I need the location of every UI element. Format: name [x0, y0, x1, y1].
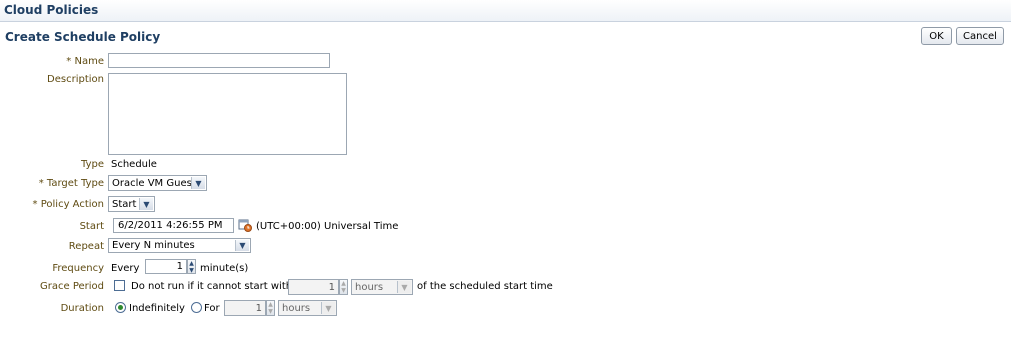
grace-period-input[interactable]: 1 — [288, 279, 339, 295]
arrow-down-icon: ▼ — [189, 266, 194, 274]
duration-unit-select[interactable]: hours ▼ — [278, 300, 337, 316]
frequency-prefix: Every — [111, 263, 140, 274]
app-title: Cloud Policies — [4, 3, 99, 17]
duration-indefinitely-label: Indefinitely — [129, 303, 185, 314]
repeat-label: Repeat — [68, 241, 104, 252]
grace-period-suffix: of the scheduled start time — [417, 281, 553, 292]
grace-period-checkbox-label: Do not run if it cannot start within — [131, 281, 302, 292]
start-timezone: (UTC+00:00) Universal Time — [256, 221, 399, 232]
header-bar: Cloud Policies — [0, 0, 1011, 22]
start-datetime-input[interactable]: 6/2/2011 4:26:55 PM — [113, 218, 234, 233]
cancel-button[interactable]: Cancel — [956, 27, 1004, 45]
target-type-select[interactable]: Oracle VM Guest ▼ — [108, 175, 207, 191]
policy-action-select[interactable]: Start ▼ — [108, 196, 155, 212]
type-label: Type — [81, 159, 104, 170]
name-label: * Name — [66, 56, 104, 67]
grace-period-unit-value: hours — [355, 281, 384, 293]
start-label: Start — [79, 221, 104, 232]
chevron-down-icon[interactable]: ▼ — [235, 240, 249, 251]
arrow-up-icon: ▲ — [189, 260, 194, 267]
calendar-clock-icon[interactable] — [238, 218, 252, 232]
grace-period-label: Grace Period — [40, 281, 104, 292]
duration-for-label: For — [204, 303, 220, 314]
frequency-input[interactable]: 1 — [145, 259, 187, 274]
name-input[interactable] — [108, 53, 330, 68]
duration-stepper[interactable]: ▲ ▼ — [266, 300, 275, 316]
chevron-down-icon[interactable]: ▼ — [397, 281, 411, 293]
duration-label: Duration — [60, 303, 104, 314]
type-value: Schedule — [111, 159, 157, 170]
arrow-down-icon: ▼ — [341, 287, 346, 294]
target-type-label: * Target Type — [38, 178, 104, 189]
description-label: Description — [47, 74, 104, 85]
arrow-up-icon: ▲ — [341, 280, 346, 287]
policy-action-label: * Policy Action — [32, 199, 104, 210]
duration-for-radio[interactable] — [191, 302, 202, 313]
duration-input[interactable]: 1 — [224, 300, 266, 316]
arrow-down-icon: ▼ — [268, 308, 273, 315]
arrow-up-icon: ▲ — [268, 301, 273, 308]
frequency-label: Frequency — [52, 263, 104, 274]
description-textarea[interactable] — [108, 73, 347, 155]
chevron-down-icon[interactable]: ▼ — [139, 198, 153, 210]
duration-unit-value: hours — [282, 302, 311, 314]
page-title: Create Schedule Policy — [5, 30, 161, 44]
repeat-value: Every N minutes — [112, 240, 195, 251]
duration-indefinitely-radio[interactable] — [115, 302, 126, 313]
chevron-down-icon[interactable]: ▼ — [321, 302, 335, 314]
repeat-select[interactable]: Every N minutes ▼ — [108, 238, 251, 253]
grace-period-checkbox[interactable] — [114, 280, 125, 291]
frequency-unit: minute(s) — [200, 263, 249, 274]
policy-action-value: Start — [112, 198, 137, 210]
frequency-stepper[interactable]: ▲ ▼ — [187, 259, 196, 274]
chevron-down-icon[interactable]: ▼ — [191, 177, 205, 189]
target-type-value: Oracle VM Guest — [112, 177, 196, 189]
grace-period-stepper[interactable]: ▲ ▼ — [339, 279, 348, 295]
grace-period-unit-select[interactable]: hours ▼ — [351, 279, 413, 295]
ok-button[interactable]: OK — [921, 27, 952, 45]
